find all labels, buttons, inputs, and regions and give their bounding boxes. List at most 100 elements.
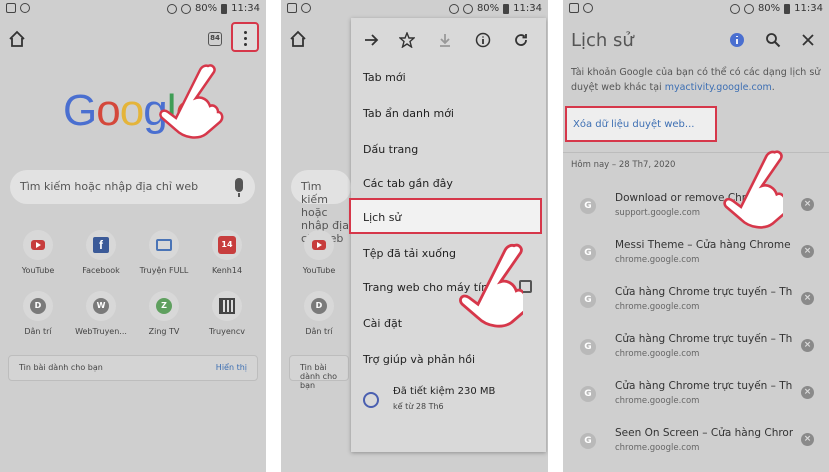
shortcut-tile-dantri[interactable]: D Dân trí <box>8 291 68 336</box>
mute-icon <box>729 3 740 14</box>
notification-icon <box>20 3 30 13</box>
bookmark-star-icon[interactable] <box>399 32 415 48</box>
search-icon[interactable] <box>765 32 781 48</box>
tap-hand-icon <box>459 243 523 328</box>
tap-hand-icon <box>723 150 783 229</box>
history-row[interactable]: G Messi Theme – Cửa hàng Chrome trực tuy… <box>563 235 829 281</box>
menu-item-recent-tabs[interactable]: Các tab gần đây <box>351 166 546 202</box>
history-description: Tài khoản Google của bạn có thể có các d… <box>571 67 821 93</box>
info-icon[interactable] <box>475 32 491 48</box>
remove-entry-icon[interactable]: × <box>801 386 814 399</box>
clock: 11:34 <box>231 3 260 14</box>
clock: 11:34 <box>513 3 542 14</box>
wifi-icon <box>462 3 473 14</box>
status-bar: 80% 11:34 <box>0 0 266 20</box>
shortcut-tile-truyenfull[interactable]: Truyện FULL <box>134 230 194 275</box>
status-bar: 80% 11:34 <box>563 0 829 20</box>
image-notification-icon <box>6 3 16 13</box>
letter-d-icon: D <box>30 298 46 314</box>
tile-label: Dân trí <box>24 327 52 336</box>
history-row[interactable]: G Cửa hàng Chrome trực tuyến – Theme chr… <box>563 329 829 375</box>
history-row[interactable]: G Cửa hàng Chrome trực tuyến – Theme chr… <box>563 282 829 328</box>
tab-switcher-button[interactable]: 84 <box>208 32 222 46</box>
tile-label: Zing TV <box>148 327 180 336</box>
youtube-icon <box>31 240 45 250</box>
tile-label: WebTruyen... <box>75 327 127 336</box>
shortcut-tile-youtube[interactable]: YouTube <box>289 230 349 275</box>
more-menu-button[interactable] <box>231 22 259 52</box>
menu-item-new-tab[interactable]: Tab mới <box>351 60 546 96</box>
battery-percent: 80% <box>476 3 500 14</box>
menu-item-incognito[interactable]: Tab ẩn danh mới <box>351 96 546 132</box>
shortcut-tile-webtruyen[interactable]: W WebTruyen... <box>71 291 131 336</box>
shortcut-tile-zingtv[interactable]: Z Zing TV <box>134 291 194 336</box>
site-favicon: G <box>580 292 596 308</box>
shortcut-tile-youtube[interactable]: YouTube <box>8 230 68 275</box>
screen-chrome-menu: 80% 11:34 Tìm kiếm hoặc nhập địa chỉ web… <box>281 0 548 472</box>
microphone-icon[interactable] <box>235 178 243 197</box>
tile-label: Truyện FULL <box>139 266 189 275</box>
data-saver-icon <box>363 392 379 408</box>
tile-label: YouTube <box>21 266 55 275</box>
kenh14-icon: 14 <box>218 236 236 254</box>
site-favicon: G <box>580 386 596 402</box>
page-title: Lịch sử <box>571 30 634 51</box>
myactivity-link[interactable]: myactivity.google.com <box>665 82 772 93</box>
chrome-overflow-menu: Tab mới Tab ẩn danh mới Dấu trang Các ta… <box>349 18 546 452</box>
day-header: Hôm nay – 28 Th7, 2020 <box>571 160 676 170</box>
remove-entry-icon[interactable]: × <box>801 292 814 305</box>
mute-icon <box>166 3 177 14</box>
history-row[interactable]: G Cửa hàng Chrome trực tuyến – Theme chr… <box>563 376 829 422</box>
download-icon[interactable] <box>437 32 453 48</box>
info-icon[interactable] <box>729 32 745 48</box>
screen-chrome-history: 80% 11:34 Lịch sử Tài khoản Google của b… <box>563 0 829 472</box>
shortcut-tile-facebook[interactable]: f Facebook <box>71 230 131 275</box>
history-row[interactable]: G Seen On Screen – Cửa hàng Chrome trực … <box>563 423 829 469</box>
mute-icon <box>448 3 459 14</box>
remove-entry-icon[interactable]: × <box>801 198 814 211</box>
clock: 11:34 <box>794 3 823 14</box>
articles-for-you-bar: Tin bài dành cho bạn <box>289 355 349 390</box>
menu-item-history[interactable]: Lịch sử <box>349 198 542 234</box>
site-favicon: G <box>580 245 596 261</box>
search-placeholder: Tìm kiếm hoặc nhập địa chỉ web <box>20 180 199 193</box>
remove-entry-icon[interactable]: × <box>801 433 814 446</box>
history-row[interactable]: G Download or remove Chrome support.goog… <box>563 188 829 234</box>
articles-title: Tin bài dành cho bạn <box>19 363 103 372</box>
forward-arrow-icon[interactable] <box>363 32 379 48</box>
clear-browsing-data-button[interactable]: Xóa dữ liệu duyệt web... <box>565 106 717 142</box>
menu-item-data-saver[interactable]: Đã tiết kiệm 230 MB kể từ 28 Th6 <box>351 380 546 424</box>
menu-action-row <box>351 18 546 62</box>
omnibox-search-bar[interactable]: Tìm kiếm hoặc nhập địa chỉ web <box>10 170 255 204</box>
qr-icon <box>219 298 235 314</box>
tap-hand-icon <box>159 64 224 139</box>
menu-item-bookmarks[interactable]: Dấu trang <box>351 132 546 168</box>
close-icon[interactable] <box>800 32 816 48</box>
show-articles-link[interactable]: Hiển thị <box>216 363 247 372</box>
screen-chrome-home: 80% 11:34 84 Google Tìm kiếm hoặc nhập đ… <box>0 0 266 472</box>
home-icon[interactable] <box>8 30 26 48</box>
notification-icon <box>301 3 311 13</box>
shortcut-tile-truyencv[interactable]: Truyencv <box>197 291 257 336</box>
battery-icon <box>784 3 791 14</box>
shortcut-tile-kenh14[interactable]: 14 Kenh14 <box>197 230 257 275</box>
book-icon <box>156 239 172 251</box>
remove-entry-icon[interactable]: × <box>801 339 814 352</box>
status-bar: 80% 11:34 <box>281 0 548 20</box>
home-icon[interactable] <box>289 30 307 48</box>
wifi-icon <box>743 3 754 14</box>
reload-icon[interactable] <box>513 32 529 48</box>
facebook-icon: f <box>93 237 109 253</box>
data-saver-amount: Đã tiết kiệm 230 MB <box>393 386 496 397</box>
site-favicon: G <box>580 198 596 214</box>
shortcut-tile-dantri[interactable]: D Dân trí <box>289 291 349 336</box>
tile-label: YouTube <box>302 266 336 275</box>
omnibox-search-bar[interactable]: Tìm kiếm hoặc nhập địa chỉ web <box>291 170 351 245</box>
remove-entry-icon[interactable]: × <box>801 245 814 258</box>
battery-icon <box>503 3 510 14</box>
site-favicon: G <box>580 339 596 355</box>
menu-item-help[interactable]: Trợ giúp và phản hồi <box>351 342 546 378</box>
data-saver-since: kể từ 28 Th6 <box>393 402 444 411</box>
youtube-icon <box>312 240 326 250</box>
battery-percent: 80% <box>757 3 781 14</box>
